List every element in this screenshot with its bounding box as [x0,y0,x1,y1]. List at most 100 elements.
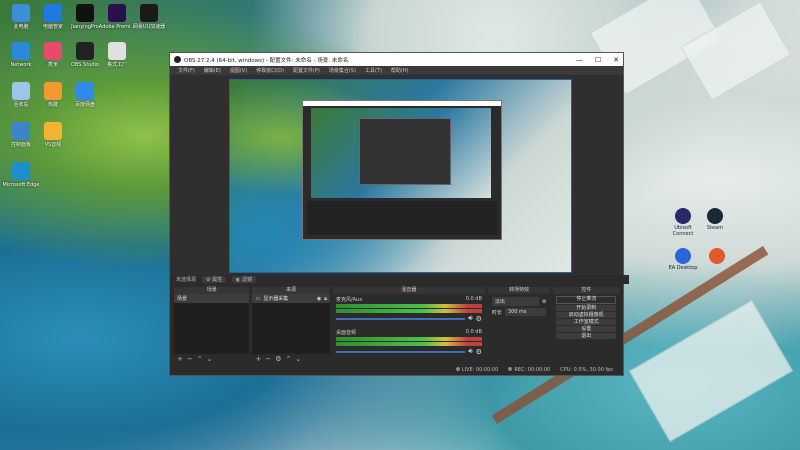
sources-dock: 来源 ▭ 显示器采集 ◉ 🔒︎ + − ⚙ ⌃ ⌄ [252,287,330,363]
move-down-icon[interactable]: ⌄ [295,355,301,363]
docks-row: 场景 场景 + − ⌃ ⌄ 来源 ▭ 显示器采集 ◉ 🔒︎ + − ⚙ ⌃ ⌄ … [170,287,623,363]
status-bar: LIVE: 00:00:00 REC: 00:00:00 CPU: 0.5%, … [170,365,623,375]
move-down-icon[interactable]: ⌄ [207,355,213,363]
scenes-list[interactable]: 场景 [174,294,250,354]
virtual-camera-button[interactable]: 启动虚拟摄像机 [556,312,617,318]
desktop-icon[interactable] [702,248,732,265]
rec-time: 00:00:00 [527,367,551,373]
filters-button[interactable]: ◐ 滤镜 [232,276,257,283]
nested-preview [311,108,491,198]
add-scene-button[interactable]: + [177,355,183,363]
menu-docks[interactable]: 停靠窗口(D) [256,67,284,74]
move-up-icon[interactable]: ⌃ [197,355,203,363]
mixer-dock: 混音器 麦克风/Aux 0.0 dB 🔊︎ ⚙ 桌面音频 0.0 dB 🔊︎ ⚙ [332,287,485,363]
obs-titlebar[interactable]: OBS 27.2.4 (64-bit, windows) - 配置文件: 未命名… [170,53,623,66]
speaker-icon[interactable]: 🔊︎ [468,347,472,356]
gear-icon[interactable]: ⚙ [275,355,281,363]
app-icon [12,162,30,180]
menu-bar: 文件(F) 编辑(E) 视图(V) 停靠窗口(D) 配置文件(P) 场景集合(S… [170,66,623,75]
menu-edit[interactable]: 编辑(E) [204,67,221,74]
sources-toolbar: + − ⚙ ⌃ ⌄ [252,354,329,363]
desktop-icon[interactable]: VS音频 [34,122,72,148]
volume-slider[interactable] [335,351,466,353]
desktop-icon[interactable]: EA Desktop [668,248,698,271]
desktop-icon-label: VS音频 [44,142,62,148]
volume-meter [335,309,482,313]
duration-row: 时长 300 ms [492,308,547,316]
desktop-icon-label: 格式工厂 [106,62,127,68]
remove-source-button[interactable]: − [265,355,271,363]
move-up-icon[interactable]: ⌃ [286,355,292,363]
desktop-icon[interactable]: 网易UU加速器 [130,4,168,30]
nested-docks [307,201,497,235]
desktop-icon[interactable]: Steam [700,208,730,231]
remove-scene-button[interactable]: − [187,355,193,363]
desktop-icon-label: 秀米 [47,62,58,68]
desktop-icon-label: OBS Studio [71,62,99,68]
menu-help[interactable]: 帮助(H) [391,67,409,74]
desktop-icon-label: 控制面板 [10,142,31,148]
desktop-icon[interactable]: 格式工厂 [98,42,136,68]
desktop-icon-label: Ubisoft Connect [672,225,694,237]
app-icon [12,82,30,100]
app-icon [76,82,94,100]
menu-scene-collection[interactable]: 场景集合(S) [329,67,356,74]
transition-type-select[interactable]: 淡出 [491,297,539,306]
monitor-icon: ▭ [255,295,261,302]
studio-mode-button[interactable]: 工作室模式 [556,319,617,325]
app-icon [675,208,691,224]
sources-header: 来源 [252,287,330,294]
transition-type-row: 淡出 ⚙ [491,297,546,306]
desktop-icon-label: 电脑管家 [42,24,63,30]
desktop-icon-label: 网易UU加速器 [132,24,166,30]
app-icon [76,4,94,22]
stop-streaming-button[interactable]: 停止推流 [556,296,617,304]
volume-slider[interactable] [335,318,466,320]
duration-input[interactable]: 300 ms [504,308,547,316]
desktop-icon[interactable]: 百度网盘 [66,82,104,108]
menu-view[interactable]: 视图(V) [230,67,247,74]
lock-icon[interactable]: 🔒︎ [324,296,327,302]
eye-icon[interactable]: ◉ [317,296,321,302]
properties-label: 属性 [212,277,223,283]
desktop-icon[interactable]: Microsoft Edge [2,162,40,188]
cpu-status: CPU: 0.5%, 30.00 fps [560,367,613,373]
volume-meter [335,337,482,341]
program-preview[interactable] [229,79,572,273]
source-name: 显示器采集 [263,296,289,302]
gear-icon[interactable]: ⚙ [476,348,482,356]
speaker-icon[interactable]: 🔊︎ [468,314,472,323]
gear-icon[interactable]: ⚙ [476,315,482,323]
rec-dot-icon [508,367,513,371]
scenes-toolbar: + − ⌃ ⌄ [174,354,249,363]
controls-header: 控件 [553,287,620,294]
add-source-button[interactable]: + [255,355,261,363]
filters-label: 滤镜 [242,277,253,283]
rec-status: REC: 00:00:00 [508,367,550,373]
sources-list[interactable]: ▭ 显示器采集 ◉ 🔒︎ [252,294,330,354]
close-button[interactable]: ✕ [613,56,619,64]
start-recording-button[interactable]: 开始录制 [556,305,617,311]
desktop-icon-label: 回收站 [13,102,29,108]
settings-button[interactable]: 设置 [556,326,617,332]
menu-profile[interactable]: 配置文件(P) [293,67,320,74]
gear-icon[interactable]: ⚙ [542,299,546,305]
live-status: LIVE: 00:00:00 [455,367,498,373]
properties-button[interactable]: ⚙ 属性 [202,276,227,283]
app-icon [140,4,158,22]
mixer-header: 混音器 [332,287,485,294]
scenes-dock: 场景 场景 + − ⌃ ⌄ [174,287,250,363]
menu-file[interactable]: 文件(F) [178,67,195,74]
obs-window[interactable]: OBS 27.2.4 (64-bit, windows) - 配置文件: 未命名… [169,52,629,376]
desktop-icon-label: JianyingPro [71,24,99,30]
menu-tools[interactable]: 工具(T) [365,67,382,74]
desktop-icon[interactable]: Ubisoft Connect [668,208,698,237]
minimize-button[interactable]: — [576,56,583,64]
list-item[interactable]: 场景 [174,294,250,303]
scene-name: 场景 [177,296,188,302]
list-item[interactable]: ▭ 显示器采集 ◉ 🔒︎ [252,294,330,303]
volume-meter [335,342,482,346]
mixer-channel: 麦克风/Aux 0.0 dB 🔊︎ ⚙ [333,295,485,324]
maximize-button[interactable]: ☐ [595,56,601,64]
exit-button[interactable]: 退出 [556,333,617,339]
